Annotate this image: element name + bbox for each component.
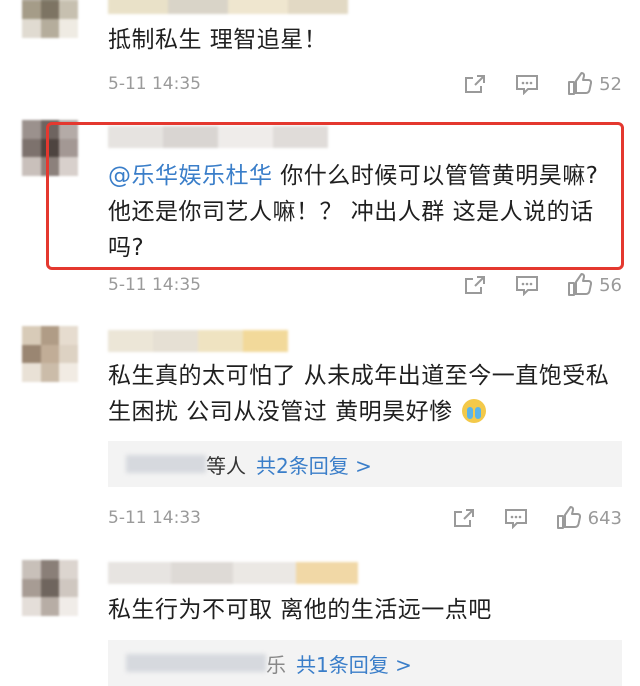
comment-button[interactable]	[515, 73, 539, 95]
avatar[interactable]	[22, 560, 78, 616]
reply-prefix: 等人	[206, 453, 246, 478]
avatar[interactable]	[22, 326, 78, 382]
share-button[interactable]	[463, 274, 487, 296]
share-icon	[465, 276, 486, 294]
like-button[interactable]: 56	[567, 273, 622, 297]
username-blurred[interactable]	[108, 0, 348, 14]
like-count: 643	[587, 507, 622, 529]
highlight-box	[46, 122, 624, 270]
comment-time: 5-11 14:35	[108, 275, 201, 295]
username-blurred[interactable]	[108, 330, 288, 352]
reply-prefix: 乐	[266, 652, 286, 677]
replies-summary[interactable]: 乐 共1条回复 >	[108, 640, 622, 686]
like-button[interactable]: 52	[567, 72, 622, 96]
comment-icon	[504, 509, 527, 529]
like-count: 56	[599, 274, 622, 296]
username-blurred[interactable]	[108, 562, 358, 584]
avatar[interactable]	[22, 0, 78, 38]
crying-emoji-icon	[462, 399, 487, 423]
replies-summary[interactable]: 等人 共2条回复 >	[108, 441, 622, 487]
comment-button[interactable]	[504, 507, 528, 529]
comment-meta: 5-11 14:33 643	[108, 503, 622, 533]
share-button[interactable]	[452, 507, 476, 529]
share-icon	[465, 75, 486, 93]
comment-time: 5-11 14:33	[108, 508, 201, 528]
like-count: 52	[599, 73, 622, 95]
like-icon	[568, 273, 593, 296]
comment-text: 抵制私生 理智追星！	[108, 27, 328, 53]
view-replies-link[interactable]: 共2条回复 >	[256, 450, 372, 479]
share-icon	[453, 509, 474, 527]
comment-button[interactable]	[515, 274, 539, 296]
view-replies-link[interactable]: 共1条回复 >	[296, 649, 412, 678]
comment-icon	[516, 75, 539, 95]
like-icon	[568, 72, 593, 95]
comment-meta: 5-11 14:35 52	[108, 69, 622, 99]
like-button[interactable]: 643	[556, 506, 622, 530]
replier-name-blurred	[126, 455, 206, 473]
comment-meta: 5-11 14:35 56	[108, 270, 622, 300]
comment-icon	[516, 276, 539, 296]
comment-time: 5-11 14:35	[108, 74, 201, 94]
like-icon	[556, 506, 581, 529]
comment-text: 私生真的太可怕了 从未成年出道至今一直饱受私 生困扰 公司从没管过 黄明昊好惨	[108, 363, 610, 425]
replier-name-blurred	[126, 654, 266, 672]
share-button[interactable]	[463, 73, 487, 95]
comment-text: 私生行为不可取 离他的生活远一点吧	[108, 597, 492, 623]
